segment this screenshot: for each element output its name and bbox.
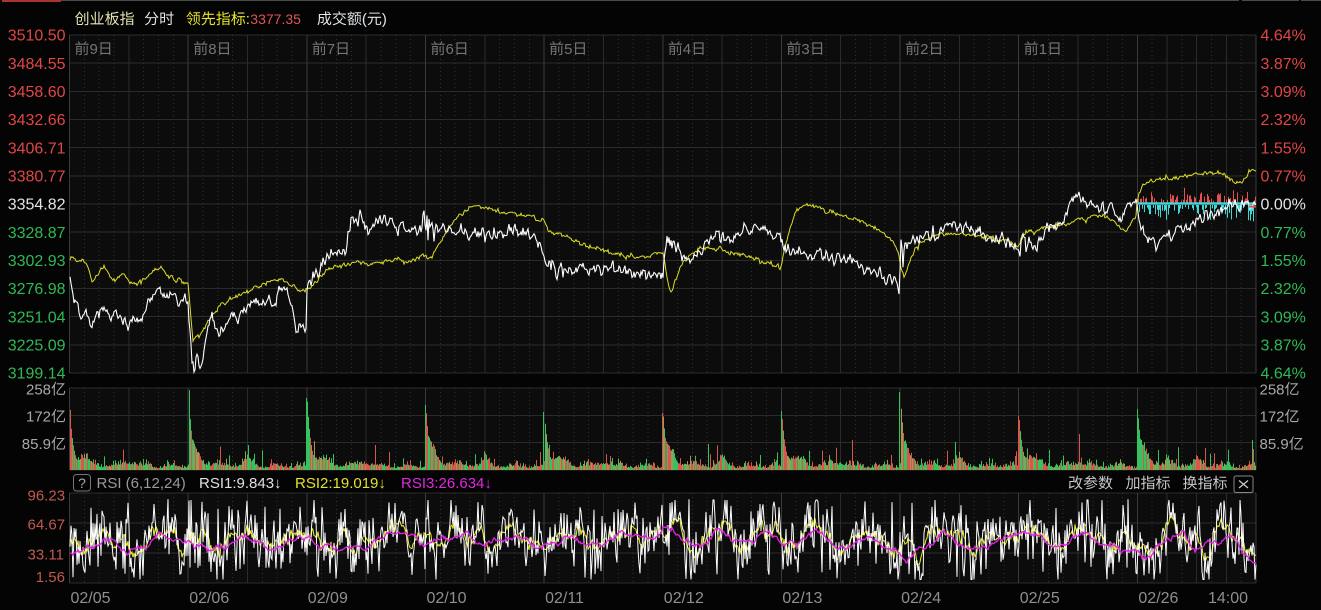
svg-text:02/11: 02/11 (545, 590, 584, 607)
svg-text:4.64%: 4.64% (1261, 28, 1306, 45)
svg-text:02/26: 02/26 (1138, 590, 1178, 607)
svg-text:02/25: 02/25 (1020, 590, 1060, 607)
svg-text:85.9: 85.9 (22, 436, 51, 453)
svg-text:02/24: 02/24 (901, 590, 941, 607)
svg-text:3276.98: 3276.98 (8, 281, 66, 298)
svg-text:172: 172 (1260, 409, 1285, 426)
svg-text:3302.93: 3302.93 (8, 253, 66, 270)
svg-text:3.87%: 3.87% (1261, 337, 1306, 354)
svg-text:02/10: 02/10 (427, 590, 467, 607)
svg-text:6: 6 (446, 41, 454, 58)
svg-text:3377.35: 3377.35 (250, 11, 301, 27)
svg-text:RSI1:9.843↓: RSI1:9.843↓ (199, 475, 282, 492)
svg-text:96.23: 96.23 (28, 488, 66, 505)
svg-text:8: 8 (208, 41, 216, 58)
svg-text:172: 172 (26, 409, 51, 426)
svg-text:2.32%: 2.32% (1261, 281, 1306, 298)
svg-text:3406.71: 3406.71 (8, 140, 66, 157)
svg-text:3380.77: 3380.77 (8, 168, 66, 185)
svg-text:0.00%: 0.00% (1261, 197, 1306, 214)
svg-text:4: 4 (683, 41, 691, 58)
svg-text:2: 2 (920, 41, 928, 58)
svg-text:(: ( (362, 11, 367, 28)
svg-text:0.77%: 0.77% (1261, 168, 1306, 185)
svg-text:1: 1 (1039, 41, 1047, 58)
svg-text:258: 258 (26, 381, 51, 398)
svg-text:9: 9 (90, 41, 98, 58)
svg-text:): ) (382, 11, 387, 28)
svg-text:RSI (6,12,24): RSI (6,12,24) (97, 475, 186, 492)
svg-text:02/05: 02/05 (71, 590, 111, 607)
svg-text:2.32%: 2.32% (1261, 112, 1306, 129)
svg-text:02/09: 02/09 (308, 590, 348, 607)
svg-text:3458.60: 3458.60 (8, 84, 66, 101)
svg-text:7: 7 (327, 41, 335, 58)
svg-text:14:00: 14:00 (1208, 590, 1248, 607)
svg-text:1.55%: 1.55% (1261, 253, 1306, 270)
svg-text:85.9: 85.9 (1260, 436, 1289, 453)
svg-text:33.11: 33.11 (28, 547, 64, 564)
svg-text:3484.55: 3484.55 (8, 56, 66, 73)
svg-text:3354.82: 3354.82 (8, 197, 66, 214)
svg-text:64.67: 64.67 (28, 517, 66, 534)
svg-text:3.09%: 3.09% (1261, 309, 1306, 326)
svg-text:3510.50: 3510.50 (8, 28, 66, 45)
svg-text:0.77%: 0.77% (1261, 225, 1306, 242)
svg-text:3.09%: 3.09% (1261, 84, 1306, 101)
svg-text:4.64%: 4.64% (1261, 366, 1306, 383)
svg-text:1.56: 1.56 (36, 569, 65, 586)
svg-text:3199.14: 3199.14 (8, 366, 66, 383)
svg-text:3251.04: 3251.04 (8, 309, 66, 326)
svg-text:02/12: 02/12 (664, 590, 704, 607)
svg-text:1.55%: 1.55% (1261, 140, 1306, 157)
svg-text:RSI2:19.019↓: RSI2:19.019↓ (295, 475, 386, 492)
svg-text:3.87%: 3.87% (1261, 56, 1306, 73)
svg-text:02/13: 02/13 (782, 590, 822, 607)
svg-text:3328.87: 3328.87 (8, 225, 66, 242)
svg-text:RSI3:26.634↓: RSI3:26.634↓ (401, 475, 492, 492)
svg-text:02/06: 02/06 (189, 590, 229, 607)
svg-text:3432.66: 3432.66 (8, 112, 66, 129)
svg-text:?: ? (78, 475, 86, 491)
svg-text:258: 258 (1260, 381, 1285, 398)
svg-text:5: 5 (564, 41, 572, 58)
svg-text:3: 3 (801, 41, 809, 58)
svg-text:3225.09: 3225.09 (8, 337, 66, 354)
